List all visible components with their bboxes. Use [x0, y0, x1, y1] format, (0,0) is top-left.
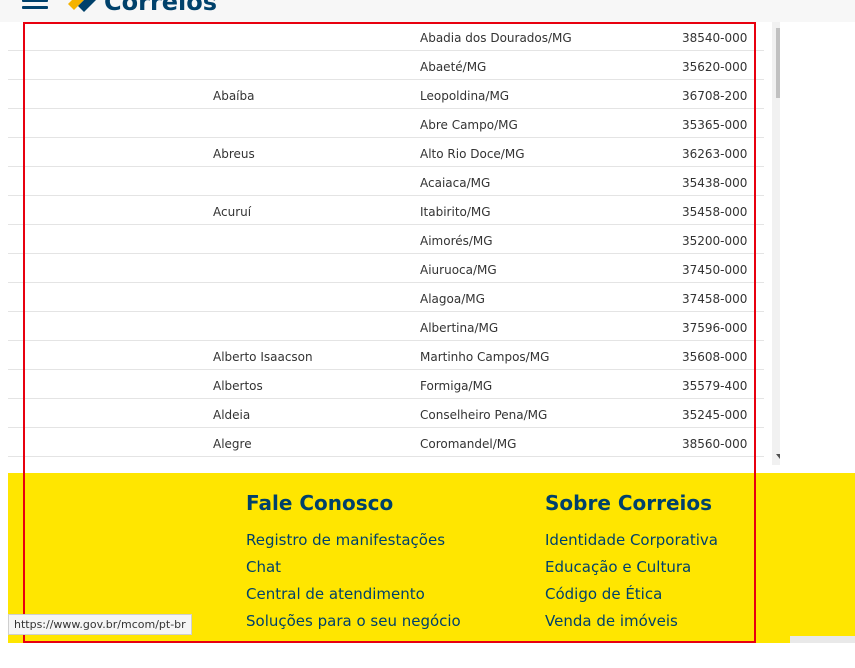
table-row: Abadia dos Dourados/MG 38540-000: [8, 22, 764, 51]
cell-localidade: Acaiaca/MG: [420, 176, 491, 190]
bottom-strip: [0, 643, 855, 668]
cell-localidade: Abadia dos Dourados/MG: [420, 31, 572, 45]
cell-cep: 35608-000: [682, 350, 748, 364]
footer-link-chat[interactable]: Chat: [246, 557, 461, 577]
cell-bairro: Aldeia: [213, 408, 251, 422]
table-row: Alagoa/MG 37458-000: [8, 283, 764, 312]
cell-cep: 38560-000: [682, 437, 748, 451]
cell-bairro: Albertos: [213, 379, 263, 393]
cell-localidade: Abaeté/MG: [420, 60, 487, 74]
cell-cep: 35245-000: [682, 408, 748, 422]
table-row: Alberto Isaacson Martinho Campos/MG 35608-…: [8, 341, 764, 370]
table-row: Abre Campo/MG 35365-000: [8, 109, 764, 138]
cell-cep: 35579-400: [682, 379, 748, 393]
cell-localidade: Aimorés/MG: [420, 234, 493, 248]
cell-localidade: Formiga/MG: [420, 379, 493, 393]
cell-bairro: Acuruí: [213, 205, 252, 219]
cell-bairro: Alegre: [213, 437, 252, 451]
table-row: Albertos Formiga/MG 35579-400: [8, 370, 764, 399]
cell-bairro: Abreus: [213, 147, 255, 161]
footer-link-educacao[interactable]: Educação e Cultura: [545, 557, 718, 577]
footer-link-solucoes[interactable]: Soluções para o seu negócio: [246, 611, 461, 631]
cell-localidade: Aiuruoca/MG: [420, 263, 497, 277]
vertical-scrollbar[interactable]: [772, 22, 780, 465]
footer-link-codigo-etica[interactable]: Código de Ética: [545, 584, 718, 604]
logo-text: Correios: [104, 0, 218, 16]
cell-localidade: Coromandel/MG: [420, 437, 517, 451]
cell-localidade: Albertina/MG: [420, 321, 499, 335]
table-row: Alegre Coromandel/MG 38560-000: [8, 428, 764, 457]
table-row: Aiuruoca/MG 37450-000: [8, 254, 764, 283]
cell-localidade: Conselheiro Pena/MG: [420, 408, 548, 422]
table-row: Acuruí Itabirito/MG 35458-000: [8, 196, 764, 225]
table-row: Abaeté/MG 35620-000: [8, 51, 764, 80]
cell-cep: 36263-000: [682, 147, 748, 161]
footer-link-identidade[interactable]: Identidade Corporativa: [545, 530, 718, 550]
footer-link-venda-imoveis[interactable]: Venda de imóveis: [545, 611, 718, 631]
cell-cep: 37596-000: [682, 321, 748, 335]
footer-sobre-correios: Sobre Correios Identidade Corporativa Ed…: [545, 490, 718, 638]
cell-localidade: Abre Campo/MG: [420, 118, 518, 132]
cell-cep: 36708-200: [682, 89, 748, 103]
cell-cep: 38540-000: [682, 31, 748, 45]
footer-fale-conosco: Fale Conosco Registro de manifestações C…: [246, 490, 461, 638]
status-bar-url: https://www.gov.br/mcom/pt-br: [8, 614, 192, 635]
menu-icon[interactable]: [22, 0, 48, 14]
footer: Fale Conosco Registro de manifestações C…: [8, 473, 855, 668]
table-row: Acaiaca/MG 35438-000: [8, 167, 764, 196]
cell-cep: 35365-000: [682, 118, 748, 132]
cell-localidade: Martinho Campos/MG: [420, 350, 550, 364]
horizontal-scrollbar[interactable]: [790, 636, 855, 643]
table-row: Abreus Alto Rio Doce/MG 36263-000: [8, 138, 764, 167]
cell-cep: 35620-000: [682, 60, 748, 74]
footer-link-central[interactable]: Central de atendimento: [246, 584, 461, 604]
cell-cep: 35200-000: [682, 234, 748, 248]
correios-logo-icon: [68, 0, 96, 12]
cell-localidade: Itabirito/MG: [420, 205, 491, 219]
cell-bairro: Abaíba: [213, 89, 255, 103]
footer-link-registro[interactable]: Registro de manifestações: [246, 530, 461, 550]
footer-heading-fale-conosco: Fale Conosco: [246, 491, 394, 515]
footer-heading-sobre-correios: Sobre Correios: [545, 491, 713, 515]
cell-cep: 35458-000: [682, 205, 748, 219]
cell-bairro: Alberto Isaacson: [213, 350, 313, 364]
cell-cep: 35438-000: [682, 176, 748, 190]
scrollbar-thumb[interactable]: [776, 28, 780, 98]
results-table-panel[interactable]: Abadia dos Dourados/MG 38540-000 Abaeté/MG…: [8, 22, 780, 465]
table-row: Aldeia Conselheiro Pena/MG 35245-000: [8, 399, 764, 428]
table-row: Aimorés/MG 35200-000: [8, 225, 764, 254]
header-bar: Correios: [0, 0, 855, 22]
cell-cep: 37458-000: [682, 292, 748, 306]
cell-localidade: Alto Rio Doce/MG: [420, 147, 525, 161]
cell-localidade: Alagoa/MG: [420, 292, 485, 306]
cell-localidade: Leopoldina/MG: [420, 89, 510, 103]
table-row: Albertina/MG 37596-000: [8, 312, 764, 341]
table-row: Abaíba Leopoldina/MG 36708-200: [8, 80, 764, 109]
scroll-down-arrow-icon[interactable]: [776, 454, 780, 459]
cell-cep: 37450-000: [682, 263, 748, 277]
